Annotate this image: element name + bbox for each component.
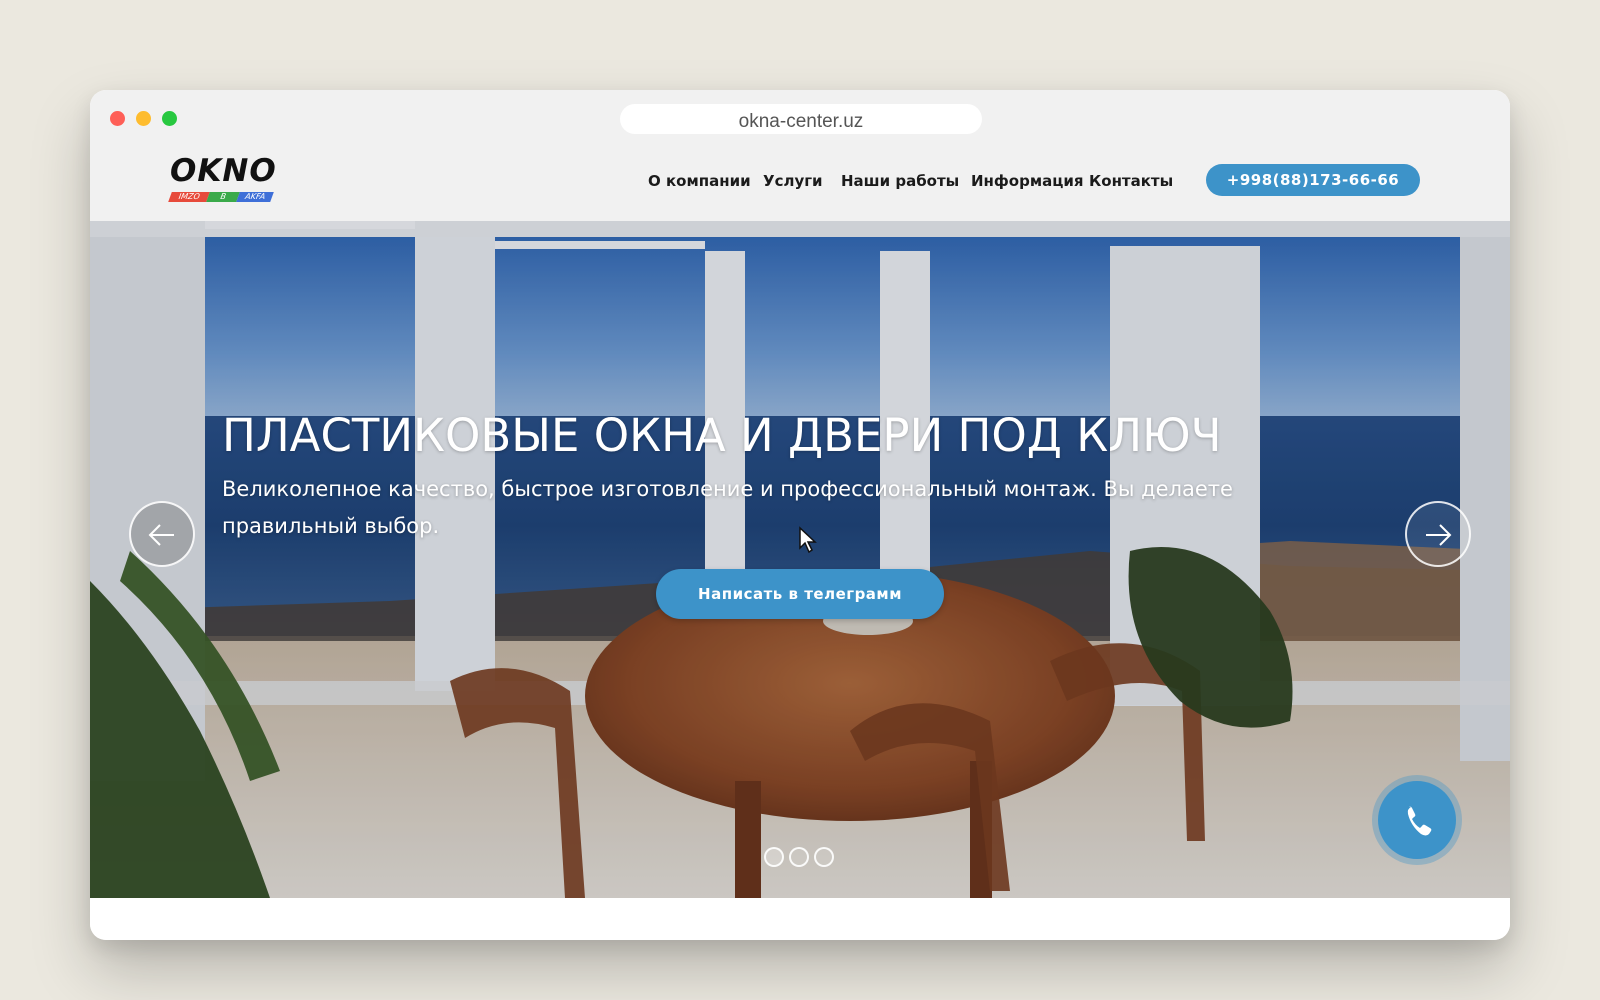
nav-item-services[interactable]: Услуги [763, 172, 823, 190]
phone-button[interactable]: +998(88)173-66-66 [1206, 164, 1420, 196]
slider-dots [764, 847, 844, 867]
browser-window: okna-center.uz OKNO IMZO B AKFA О компан… [90, 90, 1510, 940]
page-below-hero [90, 898, 1510, 940]
slider-next-button[interactable] [1405, 501, 1471, 567]
hero-title: ПЛАСТИКОВЫЕ ОКНА И ДВЕРИ ПОД КЛЮЧ [222, 409, 1222, 462]
hero-subtitle: Великолепное качество, быстрое изготовле… [222, 477, 1233, 538]
address-bar[interactable]: okna-center.uz [620, 104, 982, 134]
call-button[interactable] [1378, 781, 1456, 859]
nav-item-works[interactable]: Наши работы [841, 172, 959, 190]
arrow-right-icon [1426, 524, 1452, 546]
nav-item-contacts[interactable]: Контакты [1089, 172, 1173, 190]
arrow-left-icon [148, 524, 174, 546]
mouse-cursor-icon [799, 526, 817, 554]
close-window-button[interactable] [110, 111, 125, 126]
slider-prev-button[interactable] [129, 501, 195, 567]
slider-dot-1[interactable] [764, 847, 784, 867]
minimize-window-button[interactable] [136, 111, 151, 126]
hero-slider: ПЛАСТИКОВЫЕ ОКНА И ДВЕРИ ПОД КЛЮЧ Велико… [90, 221, 1510, 898]
hero-background-image [90, 221, 1510, 898]
slider-dot-3[interactable] [814, 847, 834, 867]
telegram-cta-button[interactable]: Написать в телеграмм [656, 569, 944, 619]
browser-titlebar: okna-center.uz [90, 90, 1510, 150]
nav-item-info[interactable]: Информация [971, 172, 1084, 190]
slider-dot-2[interactable] [789, 847, 809, 867]
maximize-window-button[interactable] [162, 111, 177, 126]
phone-icon [1407, 806, 1432, 836]
nav-item-about[interactable]: О компании [648, 172, 751, 190]
